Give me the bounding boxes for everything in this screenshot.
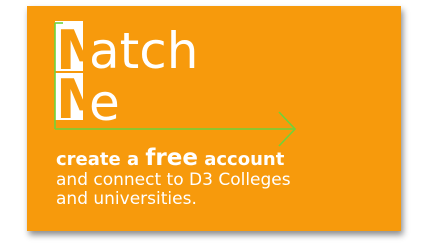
- cta-line: create a free account: [56, 147, 386, 171]
- tagline: create a free account and connect to D3 …: [56, 147, 386, 209]
- logo-word-1: atch: [89, 22, 198, 80]
- logo-word-2: e: [89, 74, 120, 132]
- match-me-banner[interactable]: M M atch e create a free account and con…: [27, 6, 401, 231]
- cta-prefix: create a: [56, 149, 146, 170]
- tagline-line-2: and connect to D3 Colleges: [56, 170, 291, 190]
- cta-free-emphasis: free: [145, 145, 198, 171]
- logo-graphic: M M atch e: [54, 19, 297, 147]
- match-me-logo: M M atch e: [27, 6, 401, 156]
- cta-suffix: account: [197, 149, 285, 170]
- tagline-line-3: and universities.: [56, 189, 197, 209]
